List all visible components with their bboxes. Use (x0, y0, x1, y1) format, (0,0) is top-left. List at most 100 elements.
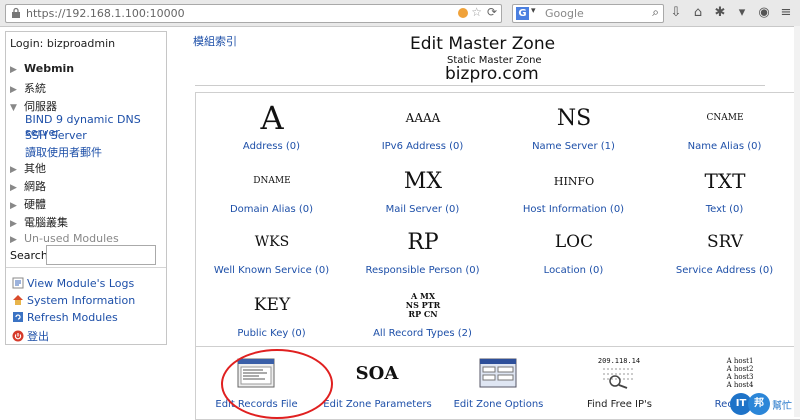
sidebar-item-servers[interactable]: ▼ 伺服器 (10, 98, 57, 114)
download-icon[interactable]: ⇩ (668, 5, 684, 21)
cname-record-icon[interactable]: CNAME (706, 99, 744, 137)
refresh-icon (13, 312, 23, 322)
login-label: Login: bizproadmin (10, 37, 116, 50)
browser-search-box[interactable]: G ▾ Google ⌕ (512, 4, 664, 23)
main-content: 模組索引 Edit Master Zone Static Master Zone… (175, 26, 800, 420)
edit-zone-options[interactable]: Edit Zone Options (438, 347, 559, 419)
collapse-arrow-icon: ▼ (10, 103, 17, 113)
address-bar[interactable]: https://192.168.1.100:10000 ☆ ⟳ (5, 4, 502, 23)
srv-record-icon[interactable]: SRV (706, 223, 744, 261)
google-icon[interactable]: G (516, 7, 529, 20)
home-icon (13, 295, 23, 305)
record-type-label[interactable]: Responsible Person (0) (347, 265, 498, 276)
sidebar-link-read-mail[interactable]: 讀取使用者郵件 (25, 144, 102, 160)
expand-arrow-icon: ▶ (10, 219, 17, 229)
record-type-rp[interactable]: RP Responsible Person (0) (347, 223, 498, 285)
hinfo-record-icon[interactable]: HINFO (554, 162, 594, 200)
record-type-label[interactable]: Name Alias (0) (649, 141, 800, 152)
record-type-label[interactable]: Mail Server (0) (347, 204, 498, 215)
system-info-link[interactable]: System Information (12, 294, 135, 307)
record-type-a[interactable]: A Address (0) (196, 99, 347, 161)
addon-icon[interactable]: ◉ (756, 5, 772, 21)
logout-icon (12, 330, 24, 342)
record-type-label[interactable]: Service Address (0) (649, 265, 800, 276)
bookmark-star-icon[interactable]: ☆ (471, 5, 482, 19)
highlight-circle (221, 349, 333, 419)
record-type-label[interactable]: Address (0) (196, 141, 347, 152)
refresh-modules-link[interactable]: Refresh Modules (12, 311, 118, 324)
record-type-key[interactable]: KEY Public Key (0) (196, 286, 347, 348)
sidebar-item-others[interactable]: ▶ 其他 (10, 160, 46, 176)
txt-record-icon[interactable]: TXT (705, 162, 745, 200)
sidebar-link-ssh[interactable]: SSH Server (25, 129, 87, 142)
sidebar-item-unused[interactable]: ▶ Un-used Modules (10, 232, 119, 245)
sidebar-item-hardware[interactable]: ▶ 硬體 (10, 196, 46, 212)
record-generator-icon[interactable]: A host1 A host2 A host3 A host4 (721, 355, 759, 391)
reload-icon[interactable]: ⟳ (487, 5, 497, 19)
dname-record-icon[interactable]: DNAME (253, 162, 291, 200)
record-type-label[interactable]: Location (0) (498, 265, 649, 276)
key-record-icon[interactable]: KEY (253, 286, 291, 324)
rp-record-icon[interactable]: RP (404, 223, 442, 261)
sidebar-item-network[interactable]: ▶ 網路 (10, 178, 46, 194)
sidebar-item-system[interactable]: ▶ 系統 (10, 80, 46, 96)
chevron-down-icon[interactable]: ▾ (531, 6, 536, 16)
zone-tools-bar: Edit Records File SOA Edit Zone Paramete… (195, 346, 800, 420)
record-type-aaaa[interactable]: AAAA IPv6 Address (0) (347, 99, 498, 161)
mx-record-icon[interactable]: MX (404, 162, 442, 200)
module-search-input[interactable] (46, 245, 156, 265)
search-icon[interactable]: ⌕ (652, 5, 659, 20)
record-type-mx[interactable]: MX Mail Server (0) (347, 162, 498, 224)
menu-icon[interactable]: ▾ (734, 5, 750, 21)
module-index-link[interactable]: 模組索引 (193, 33, 237, 49)
record-type-label[interactable]: Well Known Service (0) (196, 265, 347, 276)
record-type-label[interactable]: All Record Types (2) (347, 328, 498, 339)
browser-toolbar: https://192.168.1.100:10000 ☆ ⟳ G ▾ Goog… (0, 0, 800, 27)
record-type-wks[interactable]: WKS Well Known Service (0) (196, 223, 347, 285)
find-free-ips[interactable]: 209.118.14 Find Free IP's (559, 347, 680, 419)
record-type-ns[interactable]: NS Name Server (1) (498, 99, 649, 161)
record-type-label[interactable]: Host Information (0) (498, 204, 649, 215)
record-type-cname[interactable]: CNAME Name Alias (0) (649, 99, 800, 161)
aaaa-record-icon[interactable]: AAAA (404, 99, 442, 137)
ns-record-icon[interactable]: NS (555, 99, 593, 137)
record-type-txt[interactable]: TXT Text (0) (649, 162, 800, 224)
record-type-hinfo[interactable]: HINFO Host Information (0) (498, 162, 649, 224)
a-record-icon[interactable]: A (253, 99, 291, 137)
zone-options-icon[interactable] (479, 355, 517, 391)
divider (6, 267, 166, 268)
url-text: https://192.168.1.100:10000 (26, 7, 185, 20)
home-icon[interactable]: ⌂ (690, 5, 706, 21)
record-type-label[interactable]: Domain Alias (0) (196, 204, 347, 215)
loc-record-icon[interactable]: LOC (555, 223, 593, 261)
scrollbar[interactable] (794, 26, 800, 417)
watermark-text: 幫忙 (772, 401, 792, 412)
free-ip-icon[interactable]: 209.118.14 (597, 355, 641, 391)
sidebar-item-webmin[interactable]: ▶ Webmin (10, 62, 74, 75)
search-placeholder: Google (545, 7, 584, 20)
extension-icon[interactable]: ✱ (712, 5, 728, 21)
record-type-label[interactable]: Name Server (1) (498, 141, 649, 152)
free-ip-glyph: 209.118.14 (597, 357, 641, 365)
browser-menu-icon[interactable]: ≡ (778, 5, 794, 21)
page-title: Edit Master Zone (410, 34, 556, 54)
sidebar-item-cluster[interactable]: ▶ 電腦叢集 (10, 214, 68, 230)
record-type-all[interactable]: A MX NS PTR RP CN All Record Types (2) (347, 286, 498, 348)
tool-label[interactable]: Edit Zone Options (438, 399, 559, 410)
record-type-dname[interactable]: DNAME Domain Alias (0) (196, 162, 347, 224)
tool-label[interactable]: Edit Zone Parameters (317, 399, 438, 410)
soa-icon[interactable]: SOA (356, 355, 399, 391)
wks-record-icon[interactable]: WKS (253, 223, 291, 261)
record-type-label[interactable]: IPv6 Address (0) (347, 141, 498, 152)
all-records-icon[interactable]: A MX NS PTR RP CN (404, 286, 442, 324)
record-type-label[interactable]: Public Key (0) (196, 328, 347, 339)
record-type-label[interactable]: Text (0) (649, 204, 800, 215)
view-logs-link[interactable]: View Module's Logs (12, 277, 134, 290)
record-type-srv[interactable]: SRV Service Address (0) (649, 223, 800, 285)
title-divider (195, 85, 765, 86)
record-types-grid: A Address (0) AAAA IPv6 Address (0) NS N… (195, 92, 800, 369)
logout-link[interactable]: 登出 (12, 328, 49, 344)
edit-zone-parameters[interactable]: SOA Edit Zone Parameters (317, 347, 438, 419)
tool-label[interactable]: Find Free IP's (559, 399, 680, 410)
record-type-loc[interactable]: LOC Location (0) (498, 223, 649, 285)
